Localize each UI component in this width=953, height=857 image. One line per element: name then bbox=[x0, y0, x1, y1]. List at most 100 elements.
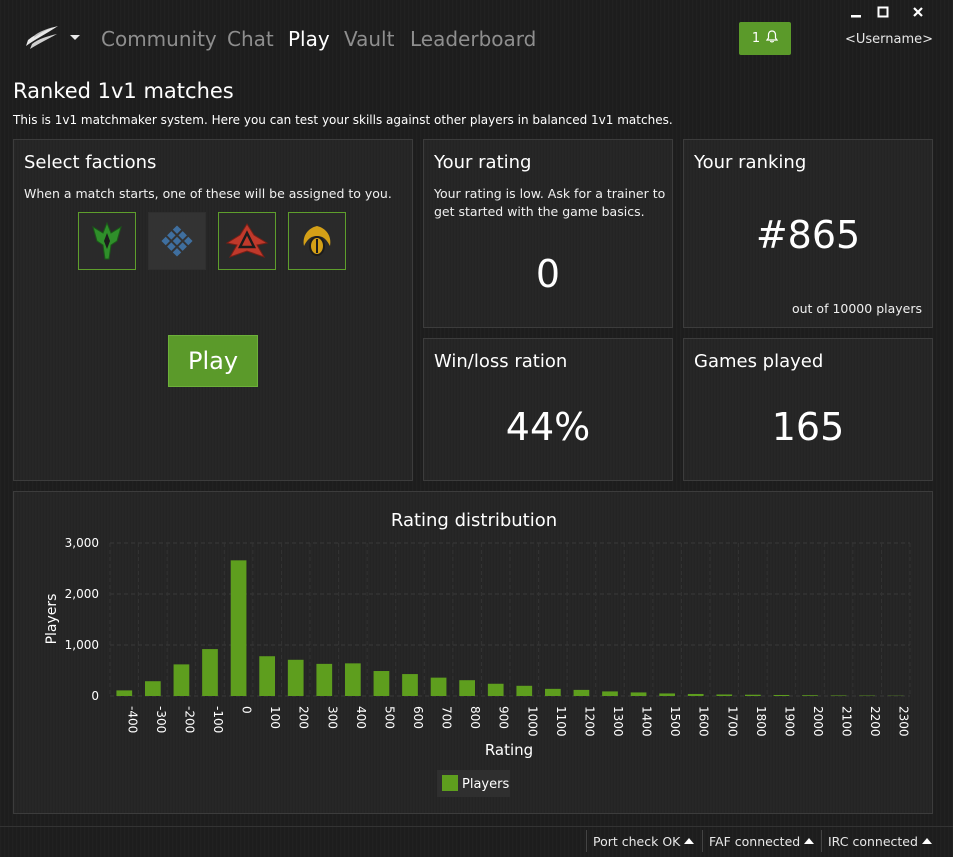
games-played-value: 165 bbox=[684, 405, 932, 449]
faf-connection-status[interactable]: FAF connected bbox=[702, 830, 814, 852]
uef-faction-icon bbox=[156, 220, 198, 262]
bar bbox=[545, 689, 561, 696]
x-tick-label: 2000 bbox=[811, 706, 825, 737]
bar bbox=[374, 671, 390, 696]
win-loss-panel: Win/loss ration 44% bbox=[423, 338, 673, 481]
your-ranking-panel: Your ranking #865 out of 10000 players bbox=[683, 139, 933, 328]
caret-up-icon bbox=[804, 838, 814, 844]
x-tick-label: 500 bbox=[382, 706, 396, 729]
x-tick-label: 400 bbox=[354, 706, 368, 729]
y-tick-label: 2,000 bbox=[65, 587, 99, 601]
y-axis-label: Players bbox=[44, 594, 60, 645]
page-title: Ranked 1v1 matches bbox=[13, 79, 234, 103]
x-tick-label: 900 bbox=[497, 706, 511, 729]
play-button[interactable]: Play bbox=[168, 335, 258, 387]
bar bbox=[688, 694, 704, 696]
select-factions-panel: Select factions When a match starts, one… bbox=[13, 139, 413, 481]
minimize-button[interactable] bbox=[846, 4, 866, 20]
nav-item-chat[interactable]: Chat bbox=[227, 26, 274, 52]
bar bbox=[802, 695, 818, 696]
bar bbox=[459, 680, 475, 696]
bar bbox=[716, 694, 732, 696]
y-tick-label: 0 bbox=[91, 689, 99, 703]
seraphim-faction-icon bbox=[296, 220, 338, 262]
x-tick-label: 0 bbox=[240, 706, 254, 714]
bar bbox=[288, 660, 304, 696]
bar bbox=[602, 691, 618, 696]
x-tick-label: 1500 bbox=[668, 706, 682, 737]
bar bbox=[774, 695, 790, 696]
port-check-label: Port check OK bbox=[593, 834, 680, 849]
bar bbox=[574, 690, 590, 696]
nav-item-community[interactable]: Community bbox=[101, 26, 217, 52]
ranking-subtitle: out of 10000 players bbox=[792, 301, 922, 316]
x-axis-label: Rating bbox=[485, 741, 533, 759]
your-rating-panel: Your rating Your rating is low. Ask for … bbox=[423, 139, 673, 328]
x-tick-label: 1000 bbox=[525, 706, 539, 737]
x-tick-label: 200 bbox=[297, 706, 311, 729]
bar bbox=[231, 560, 247, 696]
nav-item-play[interactable]: Play bbox=[288, 26, 330, 52]
legend-swatch bbox=[442, 775, 458, 791]
bar bbox=[516, 686, 532, 696]
caret-up-icon bbox=[922, 838, 932, 844]
chevron-down-icon[interactable] bbox=[70, 35, 80, 40]
chart-title: Rating distribution bbox=[391, 510, 557, 531]
x-tick-label: 1900 bbox=[782, 706, 796, 737]
bar bbox=[259, 656, 275, 696]
x-tick-label: -300 bbox=[154, 706, 168, 733]
faf-logo-icon[interactable] bbox=[24, 24, 60, 50]
bar bbox=[402, 674, 418, 696]
panel-title: Your ranking bbox=[694, 152, 806, 173]
x-tick-label: 2200 bbox=[868, 706, 882, 737]
rating-description: Your rating is low. Ask for a trainer to… bbox=[434, 185, 666, 221]
x-tick-label: 1200 bbox=[582, 706, 596, 737]
bar bbox=[202, 649, 218, 696]
bar bbox=[145, 681, 161, 696]
maximize-button[interactable] bbox=[873, 4, 893, 20]
x-tick-label: 100 bbox=[268, 706, 282, 729]
username-menu[interactable]: <Username> bbox=[845, 32, 933, 47]
bar bbox=[659, 693, 675, 696]
x-tick-label: 800 bbox=[468, 706, 482, 729]
rating-distribution-panel: Rating distribution 01,0002,0003,000 -40… bbox=[13, 491, 933, 814]
port-check-status[interactable]: Port check OK bbox=[586, 830, 694, 852]
rating-value: 0 bbox=[424, 252, 672, 296]
faction-cybran-toggle[interactable] bbox=[218, 212, 276, 270]
x-tick-label: 300 bbox=[325, 706, 339, 729]
bar bbox=[831, 695, 847, 696]
factions-description: When a match starts, one of these will b… bbox=[24, 185, 392, 203]
x-tick-label: 1300 bbox=[611, 706, 625, 737]
notifications-button[interactable]: 1 bbox=[739, 22, 791, 55]
panel-title: Your rating bbox=[434, 152, 531, 173]
x-tick-label: 1700 bbox=[725, 706, 739, 737]
nav-item-leaderboard[interactable]: Leaderboard bbox=[410, 26, 536, 52]
bar bbox=[488, 684, 504, 696]
x-tick-label: -200 bbox=[182, 706, 196, 733]
caret-up-icon bbox=[684, 838, 694, 844]
x-tick-label: 2100 bbox=[840, 706, 854, 737]
notification-count: 1 bbox=[752, 31, 760, 46]
bar bbox=[116, 690, 132, 696]
bar bbox=[174, 664, 190, 696]
rating-distribution-chart: Rating distribution 01,0002,0003,000 -40… bbox=[14, 492, 932, 813]
legend-label: Players bbox=[462, 777, 509, 792]
bar bbox=[431, 678, 447, 696]
x-tick-label: 1400 bbox=[640, 706, 654, 737]
bar bbox=[345, 663, 361, 696]
x-tick-label: 1800 bbox=[754, 706, 768, 737]
faction-seraphim-toggle[interactable] bbox=[288, 212, 346, 270]
nav-item-vault[interactable]: Vault bbox=[344, 26, 394, 52]
panel-title: Select factions bbox=[24, 152, 156, 173]
faction-aeon-toggle[interactable] bbox=[78, 212, 136, 270]
irc-connection-status[interactable]: IRC connected bbox=[821, 830, 932, 852]
win-loss-value: 44% bbox=[424, 405, 672, 449]
y-tick-label: 1,000 bbox=[65, 638, 99, 652]
panel-title: Games played bbox=[694, 351, 823, 372]
close-button[interactable] bbox=[908, 4, 928, 20]
x-tick-label: 1600 bbox=[697, 706, 711, 737]
faction-uef-toggle[interactable] bbox=[148, 212, 206, 270]
bell-icon bbox=[766, 30, 778, 47]
x-tick-label: -400 bbox=[125, 706, 139, 733]
panel-title: Win/loss ration bbox=[434, 351, 567, 372]
